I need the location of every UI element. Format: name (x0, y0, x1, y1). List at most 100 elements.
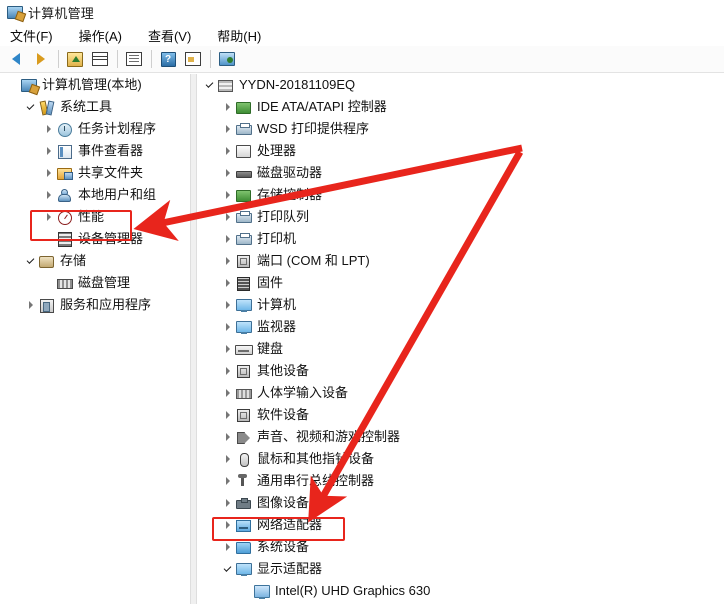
menu-action[interactable]: 操作(A) (77, 25, 124, 46)
up-one-level-button[interactable] (63, 48, 87, 70)
tree-item-services-and-applications[interactable]: 服务和应用程序 (0, 294, 190, 316)
chevron-right-icon[interactable] (40, 140, 56, 162)
tree-item-label: 磁盘管理 (78, 275, 131, 290)
tree-item-label: IDE ATA/ATAPI 控制器 (257, 99, 387, 114)
refresh-button[interactable] (215, 48, 239, 70)
chevron-right-icon[interactable] (219, 294, 235, 316)
tree-item-system-tools[interactable]: 系统工具 (0, 96, 190, 118)
tree-item-label: 处理器 (257, 143, 297, 158)
tree-item-label: 磁盘驱动器 (257, 165, 323, 180)
tree-item-print-queues[interactable]: 打印队列 (197, 206, 724, 228)
tree-item-ide-ata-atapi-controllers[interactable]: IDE ATA/ATAPI 控制器 (197, 96, 724, 118)
tree-item-label: 共享文件夹 (78, 165, 144, 180)
tree-item-usb-controllers[interactable]: 通用串行总线控制器 (197, 470, 724, 492)
task-scheduler-icon (56, 121, 73, 137)
chevron-right-icon[interactable] (40, 206, 56, 228)
chevron-right-icon[interactable] (219, 470, 235, 492)
tree-item-printers[interactable]: 打印机 (197, 228, 724, 250)
tree-item-intel-uhd-graphics-630[interactable]: Intel(R) UHD Graphics 630 (197, 580, 724, 602)
tree-item-label: 打印队列 (257, 209, 310, 224)
disk-management-icon (56, 275, 73, 291)
tree-item-human-interface-devices[interactable]: 人体学输入设备 (197, 382, 724, 404)
tree-item-mice-and-pointing-devices[interactable]: 鼠标和其他指针设备 (197, 448, 724, 470)
tree-item-performance[interactable]: 性能 (0, 206, 190, 228)
show-hide-tree-button[interactable] (88, 48, 112, 70)
help-button[interactable]: ? (156, 48, 180, 70)
forward-button[interactable] (29, 48, 53, 70)
tree-item-device-manager[interactable]: 设备管理器 (0, 228, 190, 250)
device-manager-tree-pane[interactable]: YYDN-20181109EQ IDE ATA/ATAPI 控制器 WSD 打印提供… (197, 74, 724, 604)
tree-item-local-users-and-groups[interactable]: 本地用户和组 (0, 184, 190, 206)
tree-item-computer[interactable]: 计算机 (197, 294, 724, 316)
chevron-right-icon[interactable] (219, 426, 235, 448)
chevron-right-icon[interactable] (40, 118, 56, 140)
list-view-button[interactable] (122, 48, 146, 70)
tree-item-storage[interactable]: 存储 (0, 250, 190, 272)
tree-item-label: 显示适配器 (257, 561, 323, 576)
chevron-right-icon[interactable] (219, 140, 235, 162)
tree-item-event-viewer[interactable]: 事件查看器 (0, 140, 190, 162)
tree-item-device-tree-root[interactable]: YYDN-20181109EQ (197, 74, 724, 96)
tree-item-monitors[interactable]: 监视器 (197, 316, 724, 338)
pane-splitter[interactable] (190, 74, 197, 604)
chevron-right-icon[interactable] (219, 514, 235, 536)
tree-item-shared-folders[interactable]: 共享文件夹 (0, 162, 190, 184)
chevron-right-icon[interactable] (219, 96, 235, 118)
menu-view[interactable]: 查看(V) (146, 25, 193, 46)
tree-item-ports-com-lpt[interactable]: 端口 (COM 和 LPT) (197, 250, 724, 272)
tree-item-label: 声音、视频和游戏控制器 (257, 429, 401, 444)
chevron-right-icon[interactable] (219, 338, 235, 360)
properties-button[interactable] (181, 48, 205, 70)
chevron-right-icon[interactable] (219, 316, 235, 338)
tree-item-disk-management[interactable]: 磁盘管理 (0, 272, 190, 294)
toolbar-separator-4 (210, 50, 211, 68)
tree-item-wsd-print-provider[interactable]: WSD 打印提供程序 (197, 118, 724, 140)
back-button[interactable] (4, 48, 28, 70)
tree-item-computer-management-local[interactable]: 计算机管理(本地) (0, 74, 190, 96)
tree-item-network-adapters[interactable]: 网络适配器 (197, 514, 724, 536)
tree-item-imaging-devices[interactable]: 图像设备 (197, 492, 724, 514)
tree-item-other-devices[interactable]: 其他设备 (197, 360, 724, 382)
chevron-down-icon[interactable] (219, 558, 235, 580)
tree-item-sound-video-game-controllers[interactable]: 声音、视频和游戏控制器 (197, 426, 724, 448)
tree-item-label: 性能 (78, 209, 105, 224)
tree-item-task-scheduler[interactable]: 任务计划程序 (0, 118, 190, 140)
tree-item-storage-controllers[interactable]: 存储控制器 (197, 184, 724, 206)
chevron-right-icon[interactable] (219, 360, 235, 382)
tree-item-processors[interactable]: 处理器 (197, 140, 724, 162)
tree-item-firmware[interactable]: 固件 (197, 272, 724, 294)
tree-item-keyboards[interactable]: 键盘 (197, 338, 724, 360)
tree-item-label: 本地用户和组 (78, 187, 157, 202)
chevron-down-icon[interactable] (22, 250, 38, 272)
chevron-right-icon[interactable] (219, 448, 235, 470)
tree-item-system-devices[interactable]: 系统设备 (197, 536, 724, 558)
toolbar: ? (0, 46, 724, 73)
chevron-right-icon[interactable] (219, 536, 235, 558)
mouse-icon (235, 451, 252, 467)
chevron-right-icon[interactable] (219, 492, 235, 514)
menu-help[interactable]: 帮助(H) (215, 25, 263, 46)
tree-item-software-devices[interactable]: 软件设备 (197, 404, 724, 426)
chevron-right-icon[interactable] (40, 184, 56, 206)
chevron-right-icon[interactable] (219, 206, 235, 228)
chevron-down-icon[interactable] (201, 74, 217, 96)
chevron-right-icon[interactable] (219, 404, 235, 426)
tree-item-disk-drives[interactable]: 磁盘驱动器 (197, 162, 724, 184)
chevron-right-icon[interactable] (219, 118, 235, 140)
shared-folders-icon (56, 165, 73, 181)
chevron-right-icon[interactable] (219, 162, 235, 184)
chevron-right-icon[interactable] (219, 382, 235, 404)
menu-file[interactable]: 文件(F) (8, 25, 55, 46)
chevron-down-icon[interactable] (22, 96, 38, 118)
tree-item-label: 设备管理器 (78, 231, 144, 246)
console-tree-pane[interactable]: 计算机管理(本地) 系统工具 任务计划程序 事件查看器共享文件夹本地用户和组 性能设备管… (0, 74, 190, 604)
tree-item-display-adapters[interactable]: 显示适配器 (197, 558, 724, 580)
chevron-right-icon[interactable] (219, 184, 235, 206)
chevron-right-icon[interactable] (219, 228, 235, 250)
chevron-right-icon[interactable] (40, 162, 56, 184)
chevron-right-icon[interactable] (22, 294, 38, 316)
chevron-right-icon[interactable] (219, 250, 235, 272)
chevron-right-icon[interactable] (219, 272, 235, 294)
